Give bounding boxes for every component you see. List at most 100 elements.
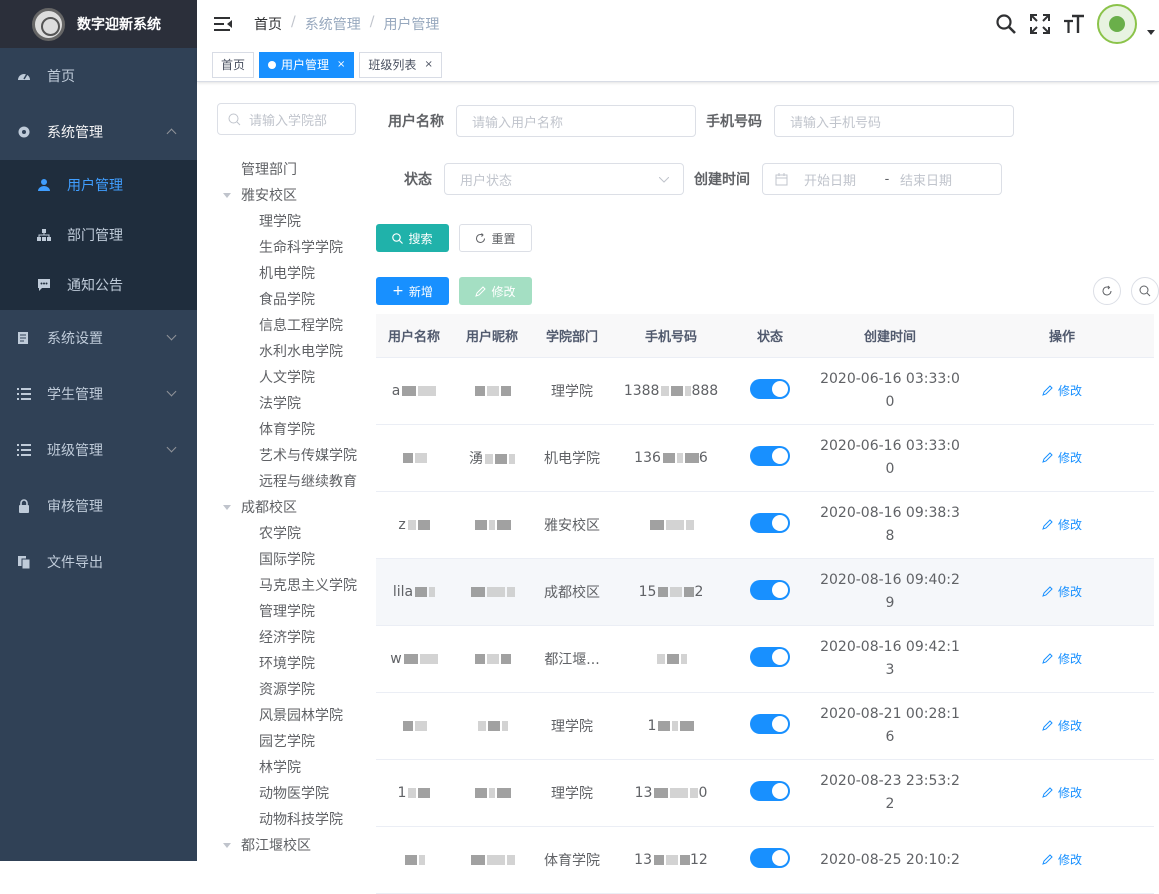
cell-text: 6 — [698, 450, 708, 466]
tree-node[interactable]: 风景园林学院 — [217, 703, 357, 729]
close-icon[interactable]: × — [424, 53, 432, 77]
tree-node[interactable]: 马克思主义学院 — [217, 573, 357, 599]
tree-node[interactable]: 人文学院 — [217, 365, 357, 391]
tree-node[interactable]: 经济学院 — [217, 625, 357, 651]
sidebar-item-user-management[interactable]: 用户管理 — [0, 160, 197, 210]
edit-button[interactable]: 修改 — [459, 277, 532, 305]
status-toggle[interactable] — [750, 379, 790, 399]
close-icon[interactable]: × — [337, 53, 345, 77]
search-icon[interactable] — [995, 13, 1017, 35]
tree-node[interactable]: 环境学院 — [217, 651, 357, 677]
tab-home[interactable]: 首页 — [212, 51, 255, 78]
end-date-input[interactable]: 结束日期 — [900, 170, 952, 189]
caret-down-icon[interactable] — [1147, 30, 1155, 35]
tree-node[interactable]: 食品学院 — [217, 287, 357, 313]
tab-user-management[interactable]: 用户管理 × — [259, 51, 355, 78]
tree-node[interactable]: 艺术与传媒学院 — [217, 443, 357, 469]
tree-node[interactable]: 资源学院 — [217, 677, 357, 703]
sidebar-item-dept-management[interactable]: 部门管理 — [0, 210, 197, 260]
tab-label: 班级列表 — [368, 57, 417, 72]
phone-cell: 13 0 — [612, 785, 730, 801]
table-row[interactable]: a 理学院 1388 888 2020-06-16 03:33:00 修改 — [376, 358, 1154, 425]
tree-node[interactable]: 动物医学院 — [217, 781, 357, 807]
row-edit-button[interactable]: 修改 — [1042, 583, 1082, 600]
tree-node[interactable]: 机电学院 — [217, 261, 357, 287]
tree-node[interactable]: 成都校区 — [217, 495, 357, 521]
reset-button[interactable]: 重置 — [459, 224, 532, 252]
table-row[interactable]: w 都江堰... 2020-08-16 09:42:13 修改 — [376, 626, 1154, 693]
tree-node[interactable]: 农学院 — [217, 521, 357, 547]
table-row[interactable]: 1 理学院 13 0 2020-08-23 23:53:22 修改 — [376, 760, 1154, 827]
date-range-picker[interactable]: 开始日期 - 结束日期 — [762, 163, 1002, 195]
tree-node[interactable]: 林学院 — [217, 755, 357, 781]
username-input[interactable]: 请输入用户名称 — [456, 105, 696, 137]
row-edit-button[interactable]: 修改 — [1042, 851, 1082, 868]
app-title: 数字迎新系统 — [77, 17, 161, 33]
row-edit-button[interactable]: 修改 — [1042, 784, 1082, 801]
tree-node[interactable]: 管理部门 — [217, 157, 357, 183]
refresh-table-button[interactable] — [1093, 277, 1121, 305]
add-button[interactable]: + 新增 — [376, 277, 449, 305]
fullscreen-icon[interactable] — [1029, 13, 1051, 35]
row-edit-button[interactable]: 修改 — [1042, 516, 1082, 533]
tree-node[interactable]: 体育学院 — [217, 417, 357, 443]
tree-node[interactable]: 雅安校区 — [217, 183, 357, 209]
hamburger-icon[interactable] — [214, 17, 232, 31]
sidebar-item-home[interactable]: 首页 — [0, 48, 197, 104]
tree-node[interactable]: 信息工程学院 — [217, 313, 357, 339]
tree-node[interactable]: 国际学院 — [217, 547, 357, 573]
redacted-block — [658, 587, 669, 597]
status-select[interactable]: 用户状态 — [444, 163, 684, 195]
sidebar-item-file-export[interactable]: 文件导出 — [0, 534, 197, 590]
table-row[interactable]: lila 成都校区 15 2 2020-08-16 09:40:29 修改 — [376, 559, 1154, 626]
row-edit-button[interactable]: 修改 — [1042, 382, 1082, 399]
status-toggle[interactable] — [750, 513, 790, 533]
sidebar-item-system-settings[interactable]: 系统设置 — [0, 310, 197, 366]
status-toggle[interactable] — [750, 580, 790, 600]
redacted-block — [415, 721, 427, 731]
tree-node[interactable]: 园艺学院 — [217, 729, 357, 755]
table-row[interactable]: 湧 机电学院 136 6 2020-06-16 03:33:00 修改 — [376, 425, 1154, 492]
dept-search-input[interactable]: 请输入学院部 — [217, 103, 356, 135]
tree-node[interactable]: 动物科技学院 — [217, 807, 357, 833]
caret-down-icon[interactable] — [223, 193, 231, 198]
row-edit-button[interactable]: 修改 — [1042, 449, 1082, 466]
status-toggle[interactable] — [750, 446, 790, 466]
main-area: 首页 / 系统管理 / 用户管理 首页 用户管理 × 班级列表 × 请输入学院部… — [197, 0, 1159, 894]
table-row[interactable]: z 雅安校区 2020-08-16 09:38:38 修改 — [376, 492, 1154, 559]
caret-down-icon[interactable] — [223, 843, 231, 848]
breadcrumb-item[interactable]: 首页 — [254, 14, 282, 34]
table-row[interactable]: 理学院 1 2020-08-21 00:28:16 修改 — [376, 693, 1154, 760]
tree-node[interactable]: 管理学院 — [217, 599, 357, 625]
status-toggle[interactable] — [750, 781, 790, 801]
edit-icon — [1042, 519, 1053, 530]
avatar[interactable] — [1097, 4, 1137, 44]
sidebar-item-class-management[interactable]: 班级管理 — [0, 422, 197, 478]
tree-node[interactable]: 理学院 — [217, 209, 357, 235]
status-toggle[interactable] — [750, 714, 790, 734]
sidebar-item-notice[interactable]: 通知公告 — [0, 260, 197, 310]
sidebar-item-student-management[interactable]: 学生管理 — [0, 366, 197, 422]
sidebar-item-system-admin[interactable]: 系统管理 — [0, 104, 197, 160]
start-date-input[interactable]: 开始日期 — [804, 170, 874, 189]
caret-down-icon[interactable] — [223, 505, 231, 510]
app-logo-bar[interactable]: 数字迎新系统 — [0, 0, 197, 48]
breadcrumb-item[interactable]: 系统管理 — [305, 14, 361, 34]
font-size-icon[interactable] — [1063, 13, 1085, 35]
tree-node[interactable]: 生命科学学院 — [217, 235, 357, 261]
sidebar-item-review-management[interactable]: 审核管理 — [0, 478, 197, 534]
tree-node-label: 动物医学院 — [259, 786, 329, 802]
status-toggle[interactable] — [750, 848, 790, 868]
tree-node[interactable]: 远程与继续教育 — [217, 469, 357, 495]
row-edit-button[interactable]: 修改 — [1042, 650, 1082, 667]
toggle-search-button[interactable] — [1131, 277, 1159, 305]
tab-class-list[interactable]: 班级列表 × — [359, 51, 442, 78]
tree-node[interactable]: 都江堰校区 — [217, 833, 357, 859]
search-button[interactable]: 搜索 — [376, 224, 449, 252]
status-toggle[interactable] — [750, 647, 790, 667]
tree-node[interactable]: 水利水电学院 — [217, 339, 357, 365]
row-edit-button[interactable]: 修改 — [1042, 717, 1082, 734]
phone-input[interactable]: 请输入手机号码 — [774, 105, 1014, 137]
redacted-block — [475, 520, 487, 530]
tree-node[interactable]: 法学院 — [217, 391, 357, 417]
